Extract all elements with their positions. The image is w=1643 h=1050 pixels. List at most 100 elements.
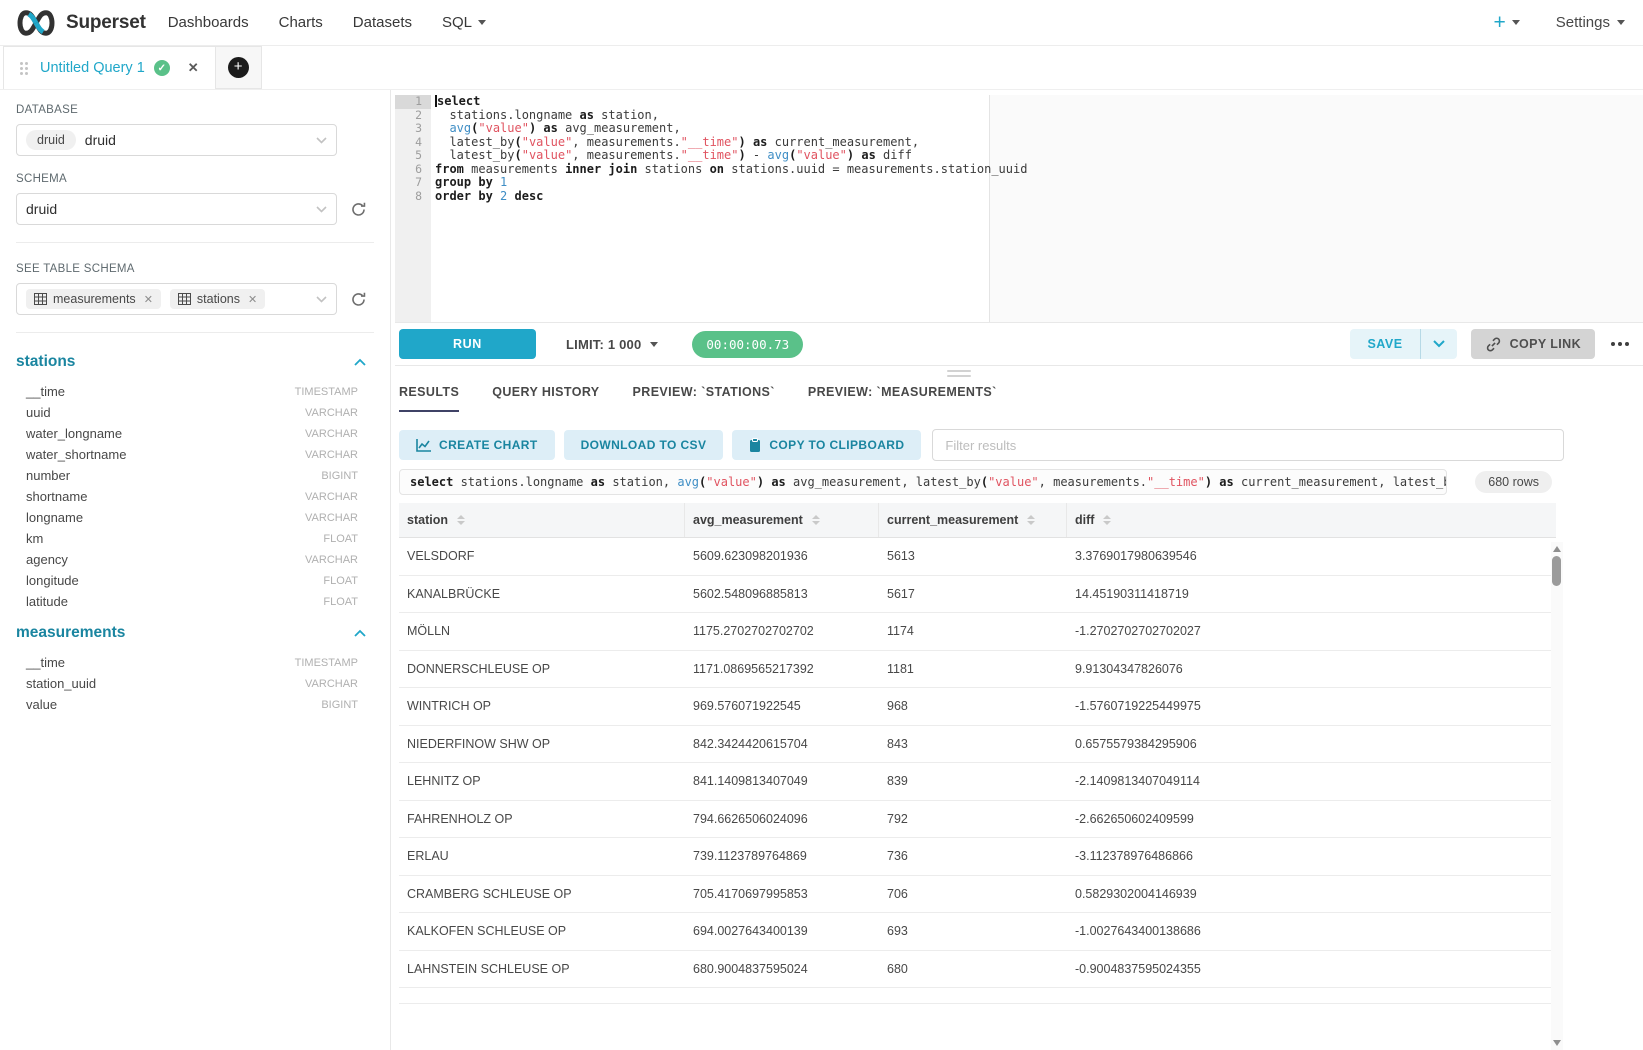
table-cell: -0.9004837595024355 xyxy=(1067,951,1556,988)
run-button[interactable]: RUN xyxy=(399,329,536,359)
nav-item-dashboards[interactable]: Dashboards xyxy=(168,14,249,31)
scrollbar-thumb[interactable] xyxy=(1552,556,1561,586)
limit-value: 1 000 xyxy=(608,337,642,352)
nav-item-sql[interactable]: SQL xyxy=(442,14,486,31)
limit-dropdown[interactable]: LIMIT: 1 000 xyxy=(566,337,658,352)
table-cell: 706 xyxy=(879,876,1067,913)
new-item-button[interactable]: + xyxy=(1494,12,1520,33)
chevron-down-icon xyxy=(316,137,327,144)
table-cell: 1174 xyxy=(879,613,1067,650)
settings-label: Settings xyxy=(1556,14,1610,31)
editor-code[interactable]: select stations.longname as station, avg… xyxy=(431,95,1643,322)
line-number: 6 xyxy=(395,163,431,177)
query-preview-row: select stations.longname as station, avg… xyxy=(399,469,1552,495)
table-cell: 736 xyxy=(879,838,1067,875)
top-navbar: Superset Dashboards Charts Datasets SQL … xyxy=(0,0,1643,46)
database-type-pill: druid xyxy=(26,130,76,150)
column-row: longitude FLOAT xyxy=(16,570,366,591)
results-scrollbar[interactable] xyxy=(1551,542,1563,1050)
scroll-up-icon[interactable] xyxy=(1553,546,1561,552)
schema-select[interactable]: druid xyxy=(16,193,337,225)
table-schema-select[interactable]: measurements✕ stations✕ xyxy=(16,283,337,315)
column-header-current-measurement[interactable]: current_measurement xyxy=(879,503,1067,537)
query-timer: 00:00:00.73 xyxy=(692,331,803,358)
column-row: value BIGINT xyxy=(16,694,366,715)
filter-results-input[interactable] xyxy=(932,429,1564,461)
schema-tables: stations __time TIMESTAMP uuid VARCHAR w… xyxy=(16,353,374,715)
create-chart-button[interactable]: CREATE CHART xyxy=(399,430,555,460)
column-header-diff[interactable]: diff xyxy=(1067,503,1556,537)
superset-brand[interactable]: Superset xyxy=(14,10,146,36)
code-line: select xyxy=(435,95,1643,109)
more-actions-button[interactable] xyxy=(1611,342,1629,346)
table-cell: 694.0027643400139 xyxy=(685,913,879,950)
chevron-down-icon xyxy=(650,342,658,347)
code-line: group by 1 xyxy=(435,176,1643,190)
table-cell: 843 xyxy=(879,726,1067,763)
line-number: 2 xyxy=(395,109,431,123)
table-cell: 14.45190311418719 xyxy=(1067,576,1556,613)
query-success-icon: ✓ xyxy=(154,60,170,76)
table-cell: 739.1123789764869 xyxy=(685,838,879,875)
editor-toolbar: RUN LIMIT: 1 000 00:00:00.73 SAVE xyxy=(395,322,1643,366)
table-cell: 5609.623098201936 xyxy=(685,538,879,575)
download-to-csv-button[interactable]: DOWNLOAD TO CSV xyxy=(564,430,724,460)
chevron-down-icon xyxy=(1512,20,1520,25)
code-line: stations.longname as station, xyxy=(435,109,1643,123)
limit-label: LIMIT: xyxy=(566,337,604,352)
divider xyxy=(16,242,374,243)
table-header-stations[interactable]: stations xyxy=(16,353,366,371)
sort-icon xyxy=(812,515,820,525)
table-cell: 9.91304347826076 xyxy=(1067,651,1556,688)
database-select[interactable]: druid druid xyxy=(16,124,337,156)
column-row: number BIGINT xyxy=(16,465,366,486)
copy-link-label: COPY LINK xyxy=(1510,337,1581,351)
table-cell: -1.2702702702702027 xyxy=(1067,613,1556,650)
remove-table-icon[interactable]: ✕ xyxy=(144,293,153,306)
scroll-down-icon[interactable] xyxy=(1553,1040,1561,1046)
code-line: latest_by("value", measurements."__time"… xyxy=(435,136,1643,150)
refresh-schemas-icon[interactable] xyxy=(350,201,368,218)
query-tabstrip: Untitled Query 1 ✓ ✕ + xyxy=(0,46,1643,90)
table-cell: VELSDORF xyxy=(399,538,685,575)
add-tab-button[interactable]: + xyxy=(228,57,249,78)
copy-to-clipboard-button[interactable]: COPY TO CLIPBOARD xyxy=(732,430,921,460)
table-pill-measurements[interactable]: measurements✕ xyxy=(26,289,161,309)
table-cell: 680.9004837595024 xyxy=(685,951,879,988)
schema-value: druid xyxy=(26,201,57,217)
save-button[interactable]: SAVE xyxy=(1350,329,1419,359)
column-row: km FLOAT xyxy=(16,528,366,549)
column-header-avg-measurement[interactable]: avg_measurement xyxy=(685,503,879,537)
sqllab-content: 12345678 select stations.longname as sta… xyxy=(391,90,1643,1050)
table-cell: NIEDERFINOW SHW OP xyxy=(399,726,685,763)
remove-table-icon[interactable]: ✕ xyxy=(248,293,257,306)
tab-untitled-query-1[interactable]: Untitled Query 1 ✓ ✕ xyxy=(3,46,216,89)
save-split-button: SAVE xyxy=(1350,329,1456,359)
tab-preview-stations[interactable]: PREVIEW: `STATIONS` xyxy=(633,385,775,412)
close-tab-icon[interactable]: ✕ xyxy=(188,60,199,76)
save-options-button[interactable] xyxy=(1421,329,1457,359)
table-row: MÖLLN1175.27027027027021174-1.2702702702… xyxy=(399,613,1556,651)
table-pill-stations[interactable]: stations✕ xyxy=(170,289,265,309)
column-header-station[interactable]: station xyxy=(399,503,685,537)
nav-item-charts[interactable]: Charts xyxy=(279,14,323,31)
refresh-tables-icon[interactable] xyxy=(350,291,368,308)
table-header-measurements[interactable]: measurements xyxy=(16,624,366,642)
table-cell: 5602.548096885813 xyxy=(685,576,879,613)
copy-link-button[interactable]: COPY LINK xyxy=(1471,329,1595,359)
tab-query-history[interactable]: QUERY HISTORY xyxy=(492,385,599,412)
table-cell: 705.4170697995853 xyxy=(685,876,879,913)
table-cell: 0.5829302004146939 xyxy=(1067,876,1556,913)
table-cell: 794.6626506024096 xyxy=(685,801,879,838)
column-row: water_shortname VARCHAR xyxy=(16,444,366,465)
settings-menu[interactable]: Settings xyxy=(1556,14,1625,31)
table-cell: 792 xyxy=(879,801,1067,838)
see-table-schema-label: SEE TABLE SCHEMA xyxy=(16,263,374,275)
nav-right: + Settings xyxy=(1494,12,1625,33)
nav-item-datasets[interactable]: Datasets xyxy=(353,14,412,31)
sql-editor[interactable]: 12345678 select stations.longname as sta… xyxy=(395,95,1643,322)
tab-preview-measurements[interactable]: PREVIEW: `MEASUREMENTS` xyxy=(808,385,997,412)
clipboard-icon xyxy=(749,438,761,452)
tab-results[interactable]: RESULTS xyxy=(399,385,459,412)
table-cell: 1181 xyxy=(879,651,1067,688)
